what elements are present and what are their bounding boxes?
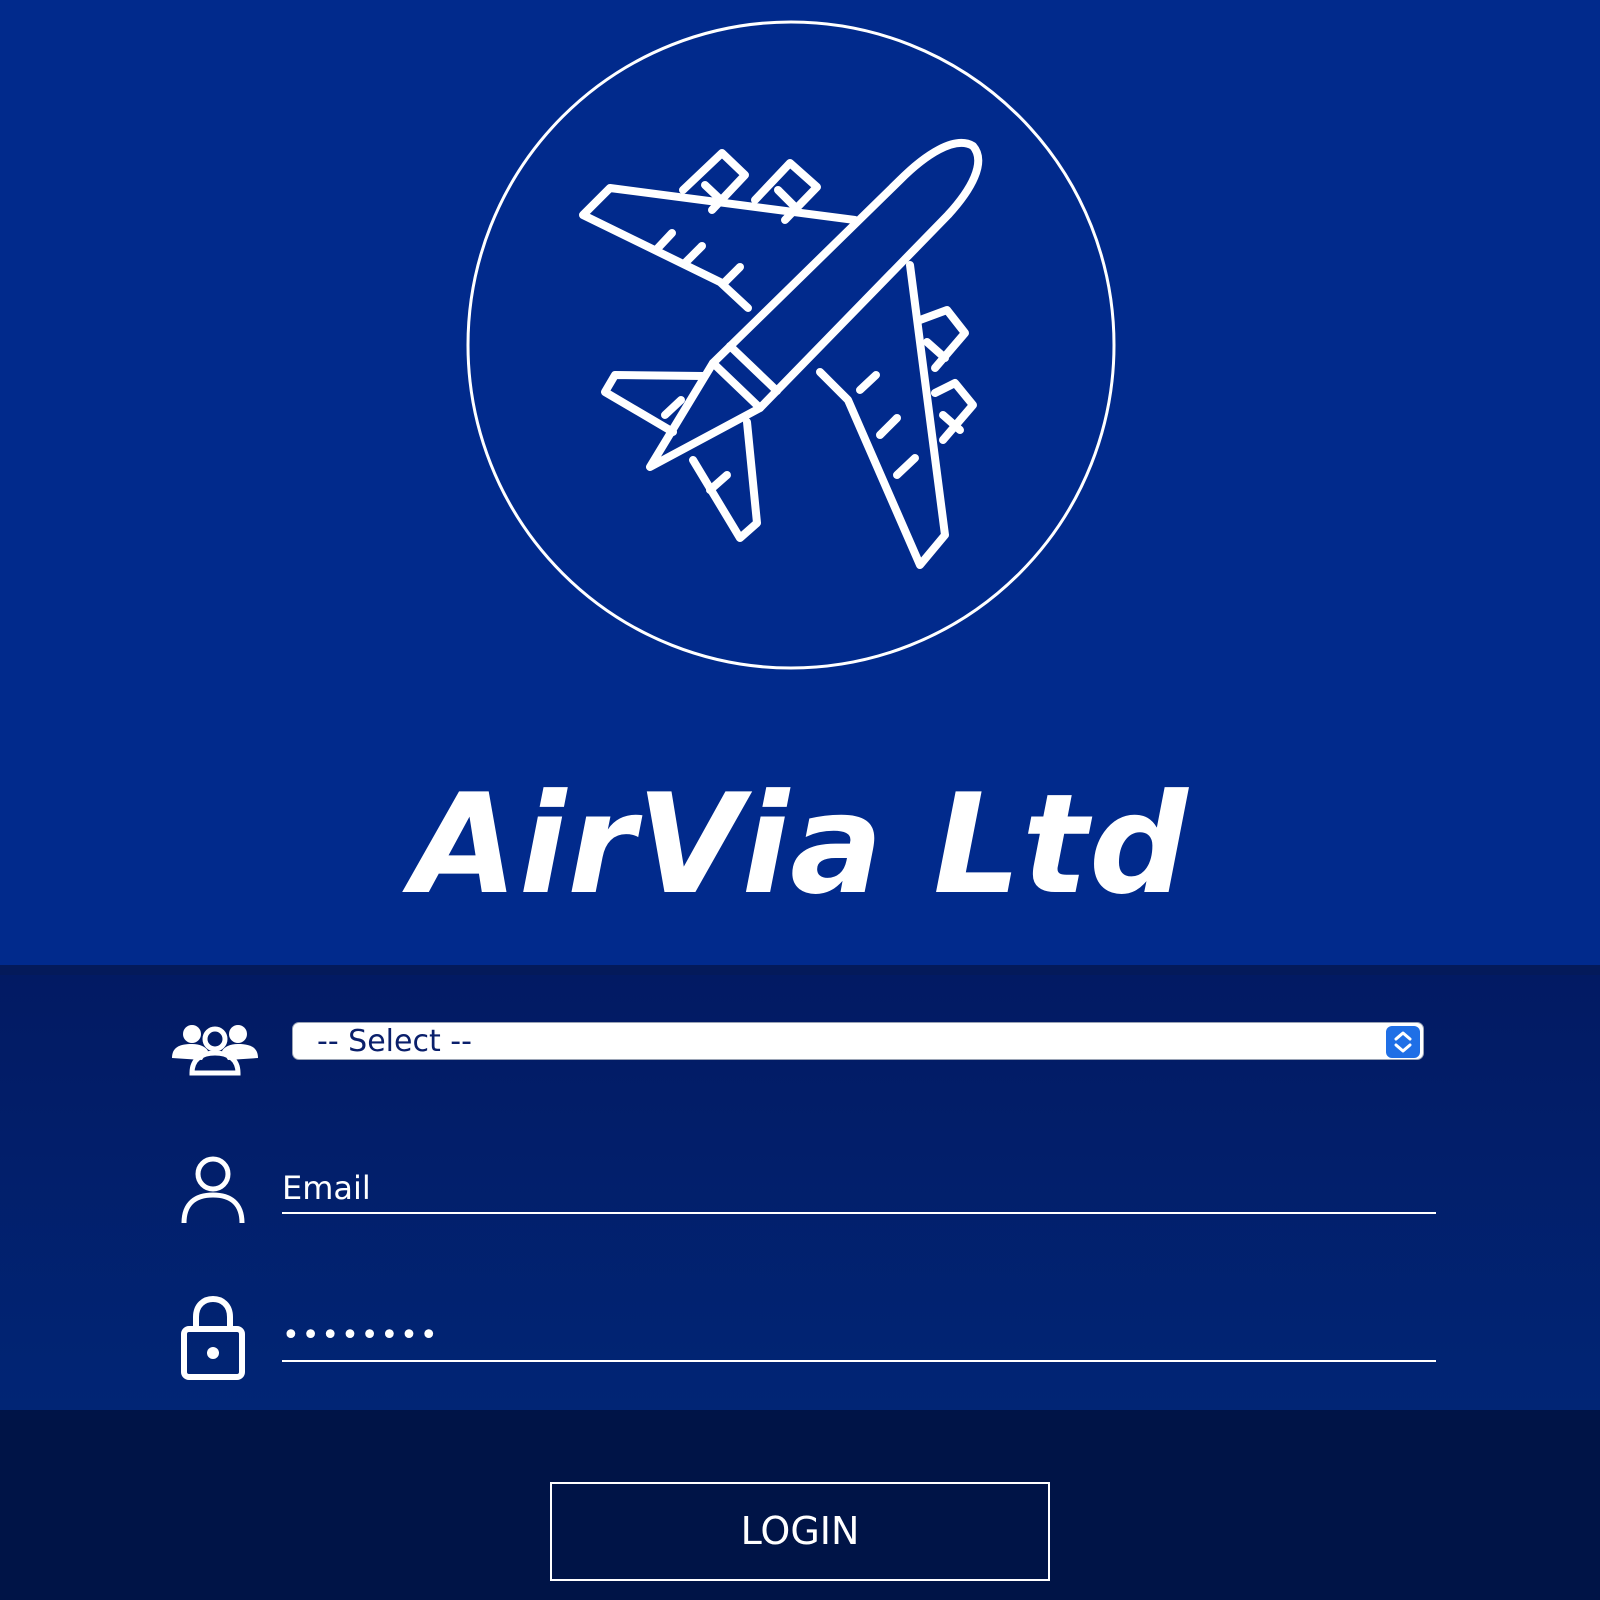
email-field[interactable]: Email <box>282 1168 1436 1214</box>
role-select-value: -- Select -- <box>317 1024 472 1059</box>
company-logo <box>465 20 1117 670</box>
header-divider <box>0 965 1600 975</box>
password-value: •••••••• <box>282 1318 440 1353</box>
select-chevrons-icon[interactable] <box>1386 1026 1420 1058</box>
group-icon <box>172 1025 258 1076</box>
login-button[interactable]: LOGIN <box>550 1482 1050 1581</box>
airplane-icon <box>466 20 1116 670</box>
login-screen: AirVia Ltd -- Select -- Email •••••••• L… <box>0 0 1600 1600</box>
user-icon <box>181 1156 245 1224</box>
header: AirVia Ltd <box>0 0 1600 965</box>
password-field[interactable]: •••••••• <box>282 1316 1436 1362</box>
email-value: Email <box>282 1169 371 1207</box>
app-title: AirVia Ltd <box>411 764 1189 925</box>
role-select[interactable]: -- Select -- <box>292 1022 1424 1060</box>
lock-icon <box>181 1295 245 1380</box>
